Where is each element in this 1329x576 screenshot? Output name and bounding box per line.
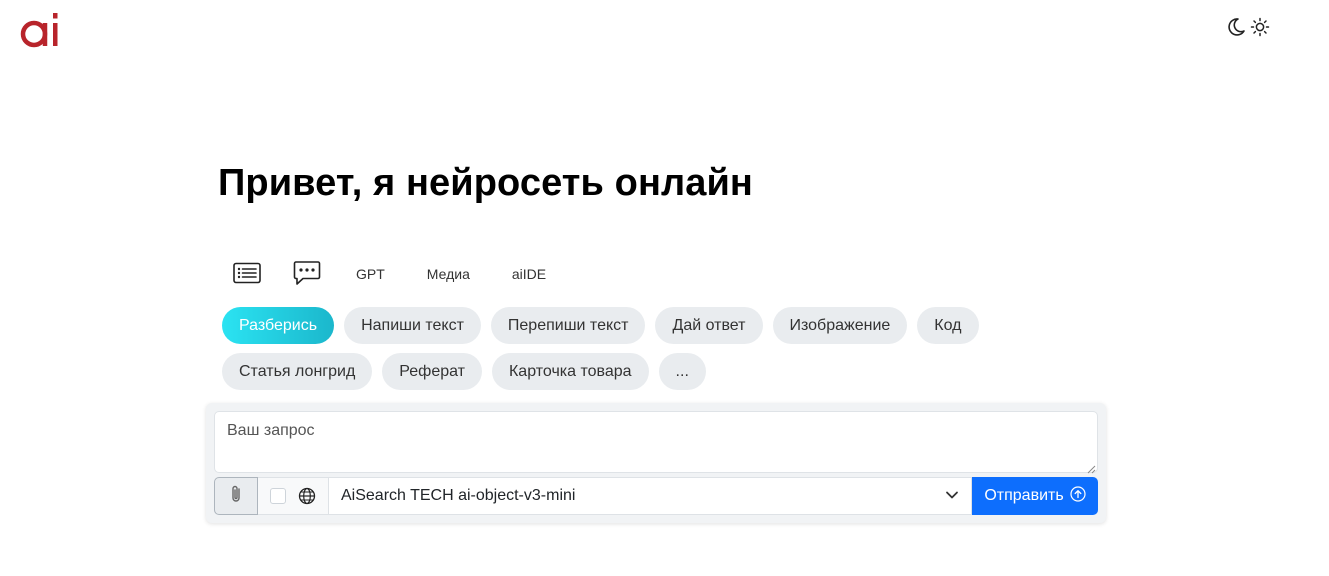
globe-icon <box>298 487 316 505</box>
chip-product-card[interactable]: Карточка товара <box>491 353 649 390</box>
chip-image[interactable]: Изображение <box>772 307 908 344</box>
chip-essay[interactable]: Реферат <box>382 353 482 390</box>
web-search-checkbox[interactable] <box>270 488 286 504</box>
theme-toggle[interactable] <box>1226 16 1270 38</box>
chip-longread[interactable]: Статья лонгрид <box>222 353 373 390</box>
chip-row-2: Статья лонгрид Реферат Карточка товара .… <box>222 353 1102 390</box>
resize-grip-icon[interactable] <box>1086 461 1096 474</box>
tab-chat[interactable] <box>292 258 322 290</box>
web-search-toggle <box>258 477 328 515</box>
tab-aiide[interactable]: aiIDE <box>512 258 546 290</box>
query-form: AiSearch TECH ai-object-v3-mini Отправит… <box>206 403 1106 523</box>
logo-mark <box>20 13 58 48</box>
query-input[interactable] <box>214 411 1098 473</box>
chat-icon <box>293 259 321 290</box>
tab-gpt[interactable]: GPT <box>356 258 385 290</box>
model-select-value: AiSearch TECH ai-object-v3-mini <box>341 487 576 504</box>
chip-row-1: Разберись Напиши текст Перепиши текст Да… <box>222 307 1102 344</box>
query-toolbar: AiSearch TECH ai-object-v3-mini Отправит… <box>214 477 1098 515</box>
paperclip-icon <box>229 484 243 509</box>
list-icon <box>233 262 261 287</box>
mode-tabs: GPT Медиа aiIDE <box>232 258 546 290</box>
tab-media[interactable]: Медиа <box>427 258 470 290</box>
logo[interactable] <box>20 10 62 48</box>
prompt-chips: Разберись Напиши текст Перепиши текст Да… <box>222 307 1102 399</box>
chevron-down-icon <box>945 487 959 505</box>
send-button-label: Отправить <box>984 487 1064 504</box>
chip-answer[interactable]: Дай ответ <box>655 307 763 344</box>
chip-rewrite-text[interactable]: Перепиши текст <box>490 307 646 344</box>
send-button[interactable]: Отправить <box>972 477 1098 515</box>
chip-razberis[interactable]: Разберись <box>222 307 335 344</box>
moon-icon[interactable] <box>1226 16 1246 38</box>
sun-icon[interactable] <box>1250 16 1270 38</box>
chip-more[interactable]: ... <box>658 353 706 390</box>
chip-write-text[interactable]: Напиши текст <box>344 307 481 344</box>
page-title: Привет, я нейросеть онлайн <box>218 162 753 204</box>
arrow-up-circle-icon <box>1070 485 1086 507</box>
tab-list[interactable] <box>232 258 262 290</box>
model-select[interactable]: AiSearch TECH ai-object-v3-mini <box>328 477 972 515</box>
chip-code[interactable]: Код <box>917 307 979 344</box>
attach-button[interactable] <box>214 477 258 515</box>
